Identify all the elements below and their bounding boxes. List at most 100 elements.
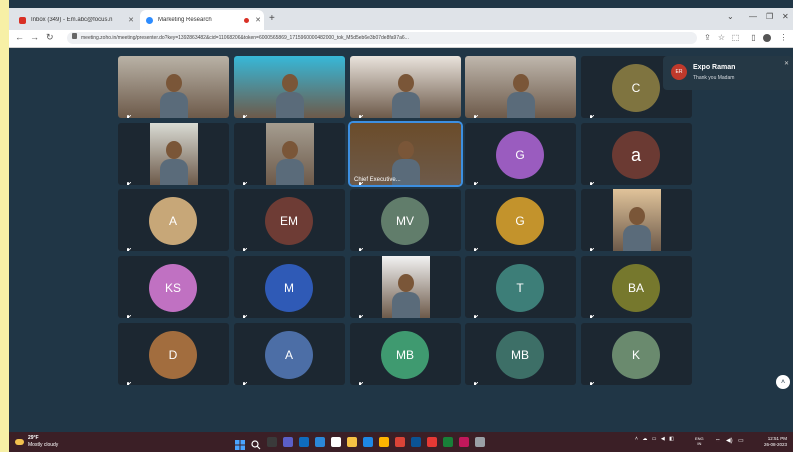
person-body-icon (392, 292, 420, 318)
person-silhouette-icon (165, 74, 182, 92)
chevron-down-icon[interactable]: ⌄ (727, 12, 734, 21)
mic-muted-icon (125, 375, 132, 385)
file-explorer-icon[interactable] (347, 437, 357, 447)
profile-icon[interactable] (763, 34, 771, 42)
windows-start-icon[interactable] (235, 437, 245, 450)
participant-tile[interactable]: A (234, 323, 345, 385)
clock[interactable]: 12:51 PM 26-08-2023 (751, 436, 787, 448)
settings-icon[interactable] (475, 437, 485, 447)
zoho-meeting-icon (146, 16, 153, 24)
lock-icon (72, 33, 77, 39)
teams-chat-icon[interactable] (283, 437, 293, 447)
wifi-icon[interactable]: ⌔ (715, 437, 721, 445)
participant-avatar: A (265, 331, 313, 379)
excel-icon[interactable] (443, 437, 453, 447)
participant-video (118, 56, 229, 118)
chevron-up-icon[interactable]: ˄ (635, 436, 638, 442)
url-field[interactable]: meeting.zoho.in/meeting/presenter.do?key… (67, 32, 697, 44)
forward-icon[interactable]: → (30, 32, 39, 42)
battery-icon[interactable]: ▭ (738, 437, 744, 444)
mic-muted-icon (125, 308, 132, 318)
restore-icon[interactable]: ❐ (766, 12, 773, 21)
word-icon[interactable] (363, 437, 373, 447)
cloud-icon[interactable]: ☁ (642, 436, 647, 442)
participant-tile[interactable] (350, 256, 461, 318)
task-view-icon[interactable] (267, 437, 277, 447)
mic-muted-icon (472, 175, 479, 185)
chevron-up-icon[interactable]: ˄ (776, 375, 790, 389)
person-silhouette-icon (512, 74, 529, 92)
participant-video (613, 189, 661, 251)
powerpoint-icon[interactable] (379, 437, 389, 447)
participant-video (234, 56, 345, 118)
participant-tile[interactable]: G (465, 189, 576, 251)
participant-tile[interactable] (118, 56, 229, 118)
participant-video (350, 123, 461, 185)
mic-muted-icon (125, 175, 132, 185)
app-icon[interactable] (459, 437, 469, 447)
participant-tile[interactable]: MB (465, 323, 576, 385)
participant-avatar: D (149, 331, 197, 379)
new-tab-icon[interactable]: + (269, 13, 275, 24)
person-silhouette-icon (397, 74, 414, 92)
battery-icon[interactable]: ▭ (652, 436, 657, 442)
system-tray[interactable]: ˄ ☁ ▭ ◀ ◧ (635, 436, 674, 442)
media-player-icon[interactable] (427, 437, 437, 447)
participant-avatar: K (612, 331, 660, 379)
participant-tile[interactable]: M (234, 256, 345, 318)
participant-avatar: G (496, 197, 544, 245)
participant-tile[interactable]: KS (118, 256, 229, 318)
participant-tile[interactable]: MV (350, 189, 461, 251)
close-window-icon[interactable]: ✕ (782, 12, 789, 21)
back-icon[interactable]: ← (15, 32, 24, 42)
participant-tile[interactable]: MB (350, 323, 461, 385)
outlook-icon[interactable] (411, 437, 421, 447)
mic-muted-icon (472, 241, 479, 251)
share-icon[interactable]: ⇪ (703, 33, 712, 42)
avatar: ER (671, 64, 687, 80)
participant-tile[interactable] (234, 123, 345, 185)
participant-tile[interactable]: Chief Executive... (348, 121, 463, 187)
participant-tile[interactable]: BA (581, 256, 692, 318)
search-icon[interactable] (251, 437, 261, 450)
participant-tile[interactable] (234, 56, 345, 118)
mic-muted-icon (241, 241, 248, 251)
participant-avatar: M (265, 264, 313, 312)
participant-tile[interactable] (118, 123, 229, 185)
network-icon[interactable]: ◧ (669, 436, 674, 442)
chat-notification[interactable]: ER Expo Raman Thank you Madam ✕ (663, 56, 793, 90)
menu-icon[interactable]: ⋮ (779, 33, 788, 42)
speaker-icon[interactable]: ◀) (726, 437, 733, 444)
weather-widget[interactable]: 29°F Mostly cloudy (15, 435, 58, 449)
participant-tile[interactable] (581, 189, 692, 251)
star-icon[interactable]: ☆ (717, 33, 726, 42)
language-indicator[interactable]: ENG IN (695, 436, 704, 446)
chrome-icon[interactable] (395, 437, 405, 447)
tab-label: Inbox (349) - Em.abc@focus.n (31, 17, 113, 23)
participant-tile[interactable]: K (581, 323, 692, 385)
edge-icon[interactable] (299, 437, 309, 447)
participant-tile[interactable]: G (465, 123, 576, 185)
volume-icon[interactable]: ◀ (661, 436, 665, 442)
participant-tile[interactable] (350, 56, 461, 118)
extension-icon[interactable]: ⬚ (731, 33, 740, 42)
participant-tile[interactable]: a (581, 123, 692, 185)
participant-tile[interactable]: EM (234, 189, 345, 251)
close-icon[interactable]: ✕ (252, 16, 264, 24)
reload-icon[interactable]: ↻ (46, 32, 54, 43)
store-icon[interactable] (315, 437, 325, 447)
tab-inbox[interactable]: Inbox (349) - Em.abc@focus.n ✕ (13, 10, 137, 30)
sidebar-icon[interactable]: ▯ (749, 33, 758, 42)
close-icon[interactable]: ✕ (125, 16, 137, 24)
minimize-icon[interactable]: — (749, 12, 757, 21)
mic-muted-icon (357, 375, 364, 385)
participant-tile[interactable]: A (118, 189, 229, 251)
close-icon[interactable]: ✕ (784, 60, 789, 67)
participant-tile[interactable] (465, 56, 576, 118)
participant-tile[interactable]: T (465, 256, 576, 318)
participant-avatar: a (612, 131, 660, 179)
participant-tile[interactable]: D (118, 323, 229, 385)
notepad-icon[interactable] (331, 437, 341, 447)
person-body-icon (391, 92, 420, 118)
tab-marketing-research[interactable]: Marketing Research ✕ (140, 10, 264, 30)
